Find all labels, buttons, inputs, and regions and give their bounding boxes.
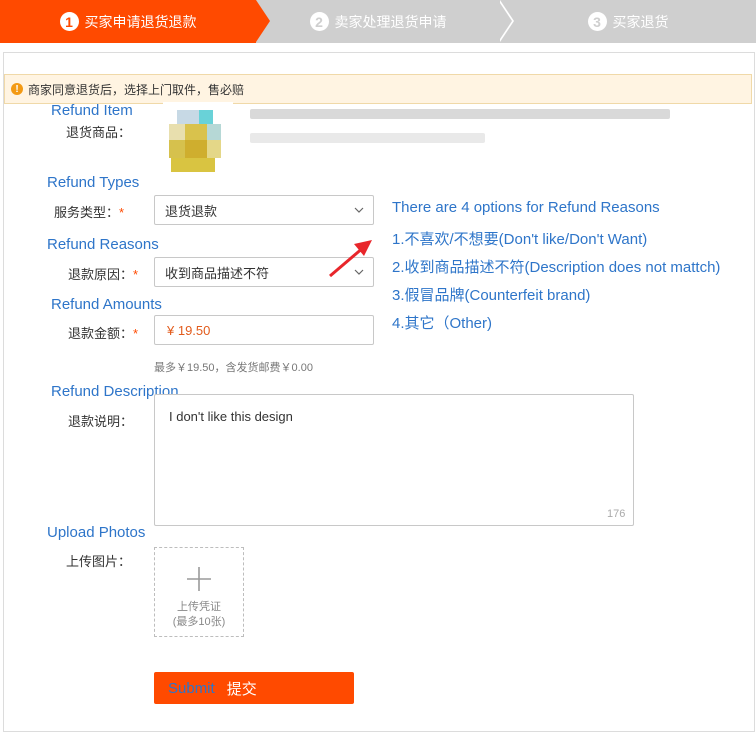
step-2-label: 卖家处理退货申请 (334, 13, 447, 30)
annotation-refund-amounts: Refund Amounts (51, 296, 162, 313)
refund-description-textarea[interactable]: I don't like this design (154, 394, 634, 526)
annotation-refund-types: Refund Types (47, 174, 140, 191)
notice-bar: ! 商家同意退货后，选择上门取件，售必赔 (4, 74, 752, 104)
blurred-item-title (250, 109, 670, 119)
upload-photo-button[interactable]: 上传凭证 (最多10张) (154, 547, 244, 637)
step-2: 2 卖家处理退货申请 (256, 0, 500, 43)
step-separator (256, 0, 270, 42)
reason-option-1: 1.不喜欢/不想要(Don't like/Don't Want) (392, 231, 648, 248)
blurred-item-spec (250, 133, 485, 143)
step-separator (498, 0, 512, 42)
reason-option-3: 3.假冒品牌(Counterfeit brand) (392, 287, 591, 304)
refund-amount-input[interactable]: ¥ 19.50 (154, 315, 374, 345)
refund-amount-hint: 最多￥19.50，含发货邮费￥0.00 (154, 362, 313, 374)
arrow-icon (329, 240, 372, 278)
step-1-number: 1 (59, 12, 79, 31)
warning-icon: ! (11, 83, 23, 95)
step-1-label: 买家申请退货退款 (84, 13, 197, 30)
refund-description-label: 退款说明： (68, 414, 134, 429)
annotation-refund-reasons: Refund Reasons (47, 236, 159, 253)
chevron-down-icon (354, 207, 364, 213)
step-3: 3 买家退货 (500, 0, 756, 43)
refund-amount-value: ¥ 19.50 (167, 322, 211, 338)
refund-reason-label: 退款原因：* (68, 267, 139, 282)
submit-button[interactable]: Submit 提交 (154, 672, 354, 704)
item-label: 退货商品： (66, 125, 132, 140)
service-type-select[interactable]: 退货退款 (154, 195, 374, 225)
reason-option-2: 2.收到商品描述不符(Description does not mattch) (392, 259, 721, 276)
service-type-value: 退货退款 (165, 203, 218, 219)
step-3-number: 3 (587, 12, 607, 31)
service-type-label: 服务类型：* (54, 205, 125, 220)
upload-text-line2: (最多10张) (172, 616, 226, 628)
annotation-refund-item: Refund Item (51, 102, 133, 119)
submit-label-en: Submit (168, 679, 215, 697)
upload-text-line1: 上传凭证 (177, 601, 221, 613)
refund-amount-label: 退款金额：* (68, 326, 139, 341)
reason-option-4: 4.其它（Other) (392, 315, 493, 332)
reasons-annotation-title: There are 4 options for Refund Reasons (392, 199, 660, 216)
character-counter: 176 (607, 508, 626, 520)
step-3-label: 买家退货 (612, 13, 669, 30)
step-1: 1 买家申请退货退款 (0, 0, 256, 43)
annotation-upload-photos: Upload Photos (47, 524, 146, 541)
product-thumbnail[interactable] (163, 102, 233, 178)
plus-icon (187, 567, 211, 591)
progress-steps: 2 卖家处理退货申请 3 买家退货 1 买家申请退货退款 (0, 0, 756, 43)
notice-text: 商家同意退货后，选择上门取件，售必赔 (28, 82, 245, 97)
refund-reason-value: 收到商品描述不符 (165, 265, 270, 281)
refund-description-value: I don't like this design (169, 409, 293, 424)
step-2-number: 2 (309, 12, 329, 31)
upload-label: 上传图片： (66, 554, 132, 569)
submit-label-zh: 提交 (226, 680, 257, 698)
